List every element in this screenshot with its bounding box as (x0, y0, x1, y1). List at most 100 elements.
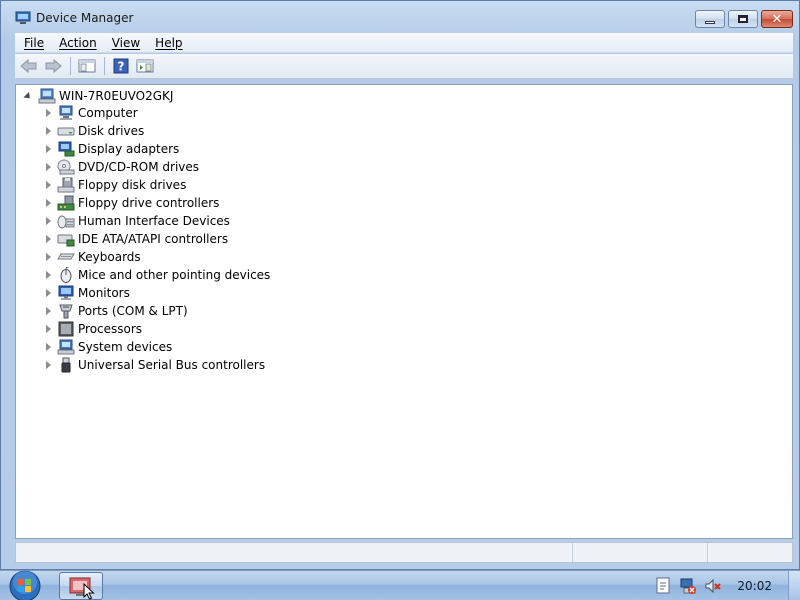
show-hide-console-tree-icon (78, 59, 96, 73)
device-tree-pane[interactable]: WIN-7R0EUVO2GKJ Computer Disk drives Dis… (15, 84, 793, 539)
expand-triangle-icon[interactable] (46, 199, 51, 207)
show-hide-console-tree-button[interactable] (76, 56, 98, 76)
svg-text:?: ? (118, 60, 125, 74)
tree-item-label: Monitors (78, 286, 130, 300)
monitor-icon (57, 285, 75, 301)
close-button[interactable]: ✕ (761, 10, 793, 28)
port-icon (57, 303, 75, 319)
expand-triangle-icon[interactable] (46, 109, 51, 117)
tree-item-label: System devices (78, 340, 173, 354)
forward-arrow-icon (45, 58, 62, 74)
clock[interactable]: 20:02 (737, 579, 772, 593)
tree-item-disk-drives[interactable]: Disk drives (44, 122, 270, 140)
back-arrow-icon (20, 58, 37, 74)
expand-triangle-icon[interactable] (46, 343, 51, 351)
usb-icon (57, 357, 75, 373)
expand-triangle-icon[interactable] (46, 271, 51, 279)
tree-item-ide-ata-atapi-controllers[interactable]: IDE ATA/ATAPI controllers (44, 230, 270, 248)
taskbar: 20:02 (0, 570, 800, 600)
hid-icon (57, 213, 75, 229)
show-desktop-button[interactable] (788, 571, 800, 600)
status-bar-pane-secondary (573, 543, 708, 562)
tree-item-label: Human Interface Devices (78, 214, 230, 228)
tree-item-computer[interactable]: Computer (44, 104, 270, 122)
tree-item-ports-com-lpt[interactable]: Ports (COM & LPT) (44, 302, 270, 320)
processor-icon (57, 321, 75, 337)
status-bar-pane-tertiary (708, 543, 792, 562)
collapse-triangle-icon[interactable] (23, 91, 33, 101)
tree-item-dvd-cd-rom-drives[interactable]: DVD/CD-ROM drives (44, 158, 270, 176)
help-icon: ? (113, 58, 129, 74)
expand-triangle-icon[interactable] (46, 181, 51, 189)
taskbar-device-manager-button[interactable] (59, 572, 103, 600)
menu-file[interactable]: File (24, 36, 44, 50)
expand-triangle-icon[interactable] (46, 253, 51, 261)
back-button[interactable] (18, 56, 40, 76)
forward-button[interactable] (42, 56, 64, 76)
window-title: Device Manager (36, 11, 134, 25)
expand-triangle-icon[interactable] (46, 361, 51, 369)
tree-item-system-devices[interactable]: System devices (44, 338, 270, 356)
properties-button[interactable] (134, 56, 156, 76)
expand-triangle-icon[interactable] (46, 325, 51, 333)
tree-item-label: Disk drives (78, 124, 145, 138)
action-center-icon[interactable] (654, 577, 672, 595)
floppy-disk-icon (57, 177, 75, 193)
menu-action[interactable]: Action (59, 36, 97, 50)
expand-triangle-icon[interactable] (46, 217, 51, 225)
device-category-list: Computer Disk drives Display adapters DV… (44, 104, 270, 374)
device-manager-window: Device Manager ✕ File Action View Help ?… (0, 0, 800, 570)
minimize-icon (705, 20, 715, 24)
tree-item-label: IDE ATA/ATAPI controllers (78, 232, 229, 246)
maximize-button[interactable] (728, 10, 758, 28)
tree-item-label: Keyboards (78, 250, 141, 264)
tree-item-display-adapters[interactable]: Display adapters (44, 140, 270, 158)
disk-drive-icon (57, 123, 75, 139)
tree-item-floppy-disk-drives[interactable]: Floppy disk drives (44, 176, 270, 194)
device-manager-app-icon[interactable] (15, 11, 31, 25)
tree-item-label: Computer (78, 106, 138, 120)
tree-item-label: Mice and other pointing devices (78, 268, 271, 282)
computer-icon (57, 105, 75, 121)
expand-triangle-icon[interactable] (46, 307, 51, 315)
tree-item-label: Display adapters (78, 142, 180, 156)
expand-triangle-icon[interactable] (46, 289, 51, 297)
expand-triangle-icon[interactable] (46, 145, 51, 153)
display-adapter-icon (57, 141, 75, 157)
menu-help[interactable]: Help (155, 36, 182, 50)
toolbar: ? (15, 54, 793, 79)
menu-view[interactable]: View (112, 36, 140, 50)
network-disconnected-icon[interactable] (679, 577, 697, 595)
expand-triangle-icon[interactable] (46, 235, 51, 243)
volume-muted-icon[interactable] (704, 577, 722, 595)
tree-item-monitors[interactable]: Monitors (44, 284, 270, 302)
computer-root-icon (38, 88, 56, 104)
tree-item-label: Ports (COM & LPT) (78, 304, 188, 318)
expand-triangle-icon[interactable] (46, 163, 51, 171)
system-device-icon (57, 339, 75, 355)
keyboard-icon (57, 249, 75, 265)
status-bar-pane-main (16, 543, 573, 562)
ide-controller-icon (57, 231, 75, 247)
tree-item-processors[interactable]: Processors (44, 320, 270, 338)
toolbar-separator (104, 57, 105, 75)
tree-item-label: DVD/CD-ROM drives (78, 160, 200, 174)
minimize-button[interactable] (695, 10, 725, 28)
tree-item-universal-serial-bus-controllers[interactable]: Universal Serial Bus controllers (44, 356, 270, 374)
tree-root-node[interactable]: WIN-7R0EUVO2GKJ (23, 87, 174, 105)
title-bar[interactable]: Device Manager ✕ (1, 1, 799, 33)
start-button[interactable] (5, 569, 45, 600)
expand-triangle-icon[interactable] (46, 127, 51, 135)
tree-item-keyboards[interactable]: Keyboards (44, 248, 270, 266)
floppy-controller-icon (57, 195, 75, 211)
tree-item-floppy-drive-controllers[interactable]: Floppy drive controllers (44, 194, 270, 212)
tree-item-label: Floppy drive controllers (78, 196, 220, 210)
tree-item-human-interface-devices[interactable]: Human Interface Devices (44, 212, 270, 230)
help-button[interactable]: ? (110, 56, 132, 76)
tree-item-mice-and-other-pointing-devices[interactable]: Mice and other pointing devices (44, 266, 270, 284)
tree-item-label: Floppy disk drives (78, 178, 187, 192)
dvd-drive-icon (57, 159, 75, 175)
mouse-icon (57, 267, 75, 283)
tree-root-label: WIN-7R0EUVO2GKJ (59, 89, 174, 103)
windows-start-orb-icon (9, 570, 41, 600)
